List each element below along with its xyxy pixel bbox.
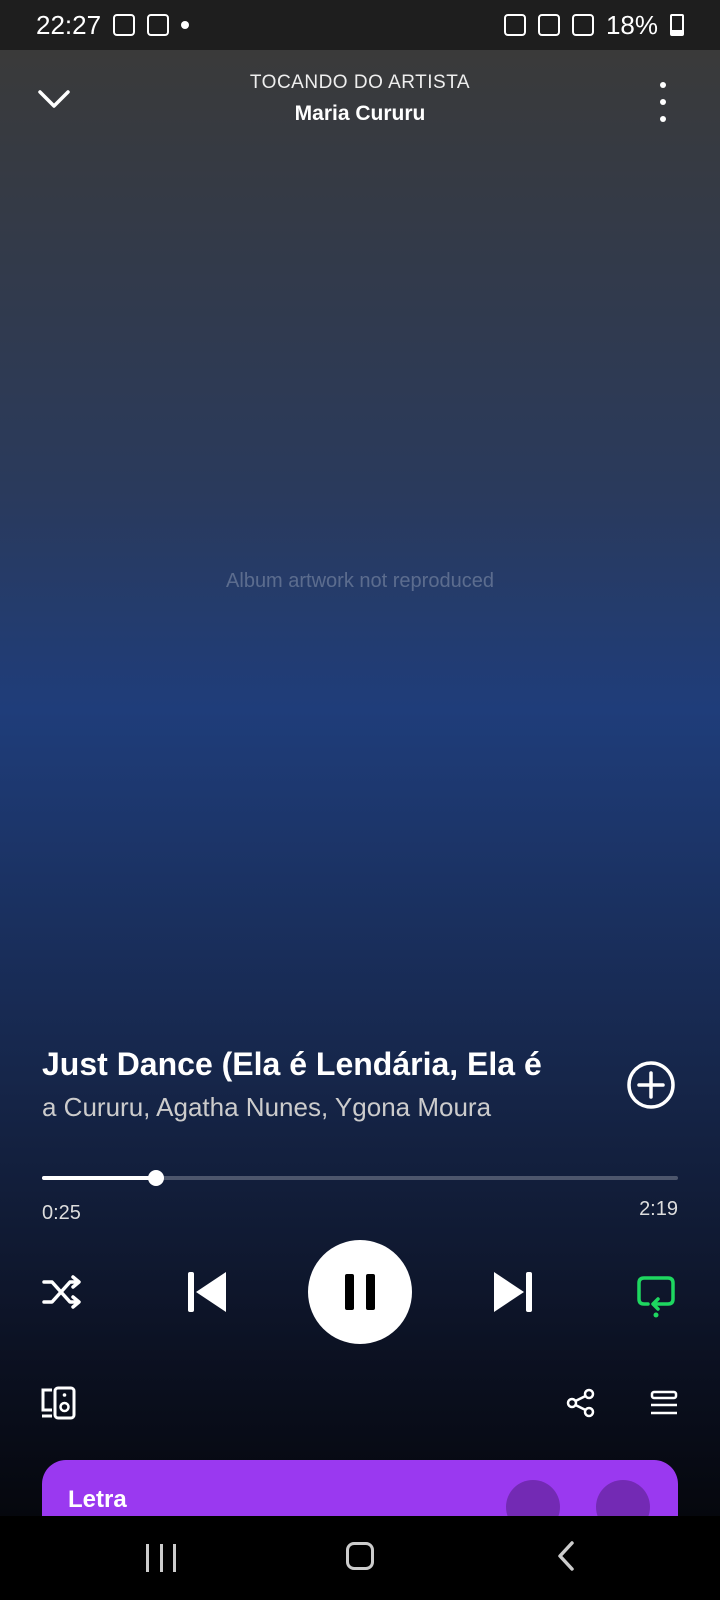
track-title[interactable]: Just Dance (Ela é Lendária, Ela é [42, 1046, 562, 1083]
recents-icon[interactable] [146, 1544, 176, 1572]
notification-dot-icon [181, 21, 190, 29]
artwork-placeholder-note: Album artwork not reproduced [226, 570, 494, 592]
repeat-icon[interactable] [636, 1272, 676, 1318]
more-vert-icon[interactable] [658, 82, 668, 122]
total-duration: 2:19 [639, 1198, 678, 1220]
share-icon[interactable] [566, 1388, 596, 1418]
player-header: TOCANDO DO ARTISTA Maria Cururu [0, 60, 720, 140]
shuffle-icon[interactable] [42, 1272, 82, 1312]
progress-bar[interactable] [42, 1170, 678, 1186]
pause-icon [345, 1274, 375, 1310]
devices-icon[interactable] [40, 1386, 76, 1420]
back-icon[interactable] [556, 1540, 576, 1572]
lyrics-card[interactable]: Letra [42, 1460, 678, 1534]
mute-icon [537, 14, 560, 36]
lyrics-label: Letra [68, 1486, 127, 1513]
queue-icon[interactable] [650, 1390, 678, 1416]
alarm-icon [503, 14, 526, 36]
home-icon[interactable] [346, 1542, 374, 1570]
gallery-icon [113, 14, 136, 36]
skip-next-icon[interactable] [492, 1270, 532, 1314]
playing-context-label: TOCANDO DO ARTISTA [249, 72, 471, 93]
add-circle-icon[interactable] [626, 1060, 676, 1110]
clock: 22:27 [36, 9, 102, 40]
status-bar: 22:27 18% [0, 0, 720, 50]
battery-icon [670, 14, 684, 36]
skip-previous-icon[interactable] [188, 1270, 228, 1314]
elapsed-time: 0:25 [42, 1202, 81, 1224]
wifi-icon [571, 14, 594, 36]
playing-context-title[interactable]: Maria Cururu [0, 102, 720, 126]
system-nav-bar [0, 1516, 720, 1600]
track-artists[interactable]: a Cururu, Agatha Nunes, Ygona Moura [42, 1092, 542, 1123]
progress-fill [42, 1176, 157, 1180]
instagram-icon [147, 14, 170, 36]
play-pause-button[interactable] [308, 1240, 412, 1344]
battery-percent: 18% [605, 9, 658, 40]
